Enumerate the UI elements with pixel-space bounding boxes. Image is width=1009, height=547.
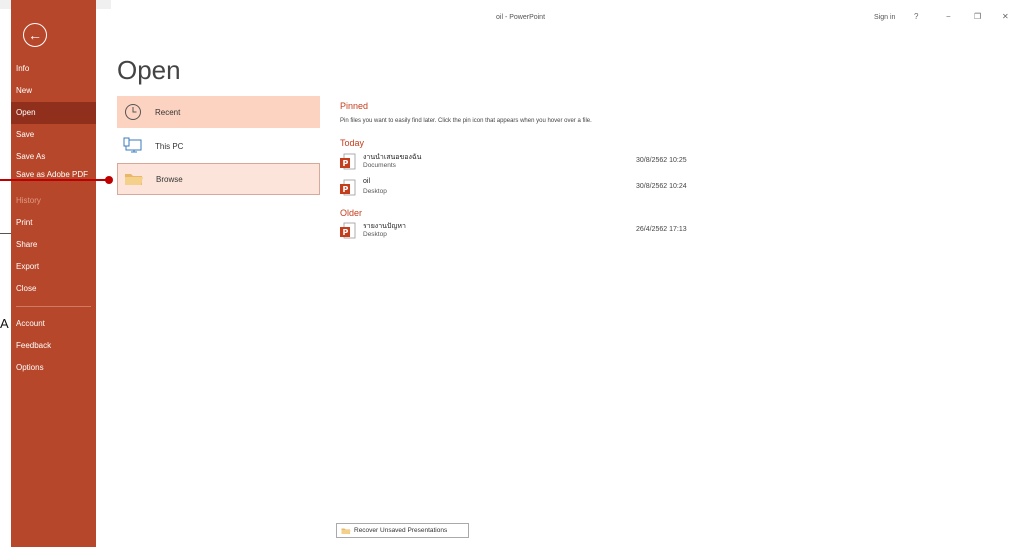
nav-item-account[interactable]: Account [11, 313, 96, 335]
nav-item-new[interactable]: New [11, 80, 96, 102]
outside-letter: A [0, 316, 9, 331]
powerpoint-file-icon: P [340, 222, 356, 242]
title-bar: oil - PowerPoint Sign in ? − ❐ ✕ [96, 9, 1009, 29]
minimize-button[interactable]: − [946, 12, 951, 21]
file-location: Desktop [363, 231, 387, 238]
nav-item-save-as[interactable]: Save As [11, 146, 96, 168]
nav-item-close[interactable]: Close [11, 278, 96, 300]
folder-icon [121, 171, 147, 187]
back-button[interactable]: ← [23, 23, 47, 47]
nav-item-print[interactable]: Print [11, 212, 96, 234]
file-location: Desktop [363, 188, 387, 195]
annotation-pointer-dot [105, 176, 113, 184]
restore-button[interactable]: ❐ [974, 12, 981, 21]
file-name: oil [363, 178, 371, 185]
location-recent[interactable]: Recent [117, 96, 320, 128]
file-date: 26/4/2562 17:13 [636, 226, 687, 233]
backstage-sidebar: ← Info New Open Save Save As Save as Ado… [11, 0, 96, 547]
sign-in-link[interactable]: Sign in [874, 14, 895, 21]
nav-item-feedback[interactable]: Feedback [11, 335, 96, 357]
file-date: 30/8/2562 10:25 [636, 157, 687, 164]
today-heading: Today [340, 138, 365, 148]
file-date: 30/8/2562 10:24 [636, 183, 687, 190]
recover-button-label: Recover Unsaved Presentations [354, 527, 448, 534]
recent-file-row[interactable]: P งานนำเสนอของฉัน Documents 30/8/2562 10… [340, 151, 700, 175]
outside-divider [0, 233, 11, 234]
nav-divider [16, 306, 91, 307]
powerpoint-file-icon: P [340, 153, 356, 173]
location-label: Browse [156, 174, 183, 184]
recent-file-row[interactable]: P รายงานปัญหา Desktop 26/4/2562 17:13 [340, 220, 700, 244]
recover-unsaved-presentations-button[interactable]: Recover Unsaved Presentations [336, 523, 469, 538]
window-title: oil - PowerPoint [496, 14, 546, 21]
annotation-pointer-line [0, 179, 109, 181]
svg-text:P: P [343, 159, 349, 168]
pinned-note: Pin files you want to easily find later.… [340, 118, 592, 124]
location-browse[interactable]: Browse [117, 163, 320, 195]
location-label: This PC [155, 141, 184, 151]
file-location: Documents [363, 162, 396, 169]
nav-item-options[interactable]: Options [11, 357, 96, 379]
nav-item-open[interactable]: Open [11, 102, 96, 124]
location-this-pc[interactable]: This PC [117, 130, 320, 162]
powerpoint-file-icon: P [340, 179, 356, 199]
nav-item-save[interactable]: Save [11, 124, 96, 146]
nav-item-export[interactable]: Export [11, 256, 96, 278]
svg-text:P: P [343, 185, 349, 194]
help-button[interactable]: ? [914, 12, 918, 21]
nav-item-info[interactable]: Info [11, 58, 96, 80]
nav-item-history: History [16, 196, 41, 205]
nav-item-share[interactable]: Share [11, 234, 96, 256]
clock-icon [120, 103, 146, 121]
backstage-nav: Info New Open Save Save As Save as Adobe… [11, 58, 96, 379]
recent-file-row[interactable]: P oil Desktop 30/8/2562 10:24 [340, 177, 700, 201]
computer-icon [120, 137, 146, 155]
outside-area [0, 0, 11, 547]
older-heading: Older [340, 208, 363, 218]
pinned-heading: Pinned [340, 101, 369, 111]
page-title: Open [117, 55, 181, 85]
location-label: Recent [155, 107, 181, 117]
arrow-left-icon: ← [28, 27, 42, 43]
folder-icon [341, 527, 351, 535]
svg-text:P: P [343, 228, 349, 237]
close-button[interactable]: ✕ [1002, 12, 1009, 21]
